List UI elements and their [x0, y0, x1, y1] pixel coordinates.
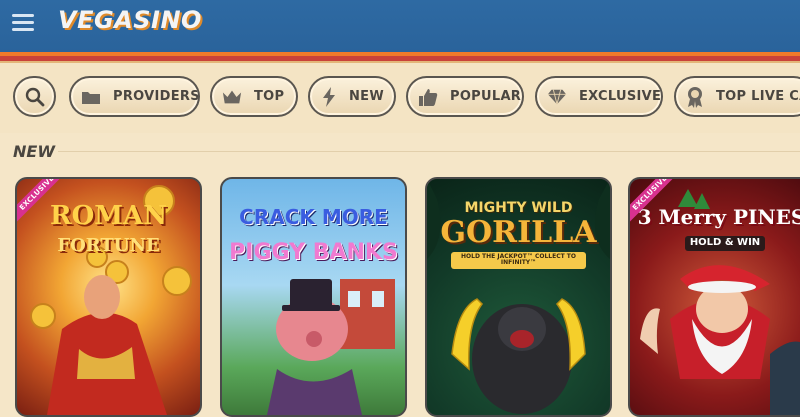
filter-providers[interactable]: PROVIDERS — [69, 76, 200, 117]
game-title-line1: ROMAN — [50, 201, 167, 231]
folder-icon — [81, 87, 101, 107]
filter-label: NEW — [349, 89, 384, 104]
diamond-icon — [547, 87, 567, 107]
crown-icon — [222, 87, 242, 107]
lightning-icon — [320, 86, 337, 107]
game-card-roman-fortune[interactable]: ROMAN FORTUNE EXCLUSIVE — [15, 177, 202, 417]
game-title-line1: 3 Merry PINES — [637, 205, 800, 229]
game-title-line1: MIGHTY WILD — [464, 200, 573, 216]
filter-top-live-casino[interactable]: TOP LIVE CA — [674, 76, 800, 117]
game-card-piggy-banks[interactable]: CRACK MORE PIGGY BANKS — [220, 177, 407, 417]
game-title-line1: CRACK MORE — [239, 205, 388, 229]
search-button[interactable] — [13, 76, 56, 117]
thumbs-up-icon — [418, 87, 438, 107]
filter-new[interactable]: NEW — [308, 76, 396, 117]
filter-label: POPULAR — [450, 89, 522, 104]
game-title-line2: PIGGY BANKS — [229, 240, 398, 265]
filter-exclusive[interactable]: EXCLUSIVE — [535, 76, 663, 117]
filter-top[interactable]: TOP — [210, 76, 298, 117]
filter-label: TOP — [254, 89, 285, 104]
top-header: VEGASINO — [0, 0, 800, 52]
game-title-line2: FORTUNE — [57, 235, 160, 256]
section-divider — [58, 151, 800, 152]
section-title-new: NEW — [13, 142, 55, 161]
hamburger-icon[interactable] — [12, 14, 34, 32]
game-card-mighty-wild-gorilla[interactable]: MIGHTY WILD GORILLA HOLD THE JACKPOT™ CO… — [425, 177, 612, 417]
game-title-line2: HOLD & WIN — [685, 236, 765, 251]
game-card-3-merry-pines[interactable]: 3 Merry PINES HOLD & WIN EXCLUSIVE — [628, 177, 800, 417]
category-filter-bar: PROVIDERS TOP NEW POPULAR EXCLUSIVE TOP … — [0, 63, 800, 133]
award-icon — [686, 86, 704, 108]
search-icon — [25, 87, 45, 107]
filter-label: EXCLUSIVE — [579, 89, 662, 104]
game-title-line2: GORILLA — [440, 215, 597, 250]
filter-popular[interactable]: POPULAR — [406, 76, 524, 117]
game-subtitle: HOLD THE JACKPOT™ COLLECT TO INFINITY™ — [451, 252, 586, 269]
filter-label: TOP LIVE CA — [716, 89, 800, 104]
site-logo[interactable]: VEGASINO — [58, 6, 202, 34]
filter-label: PROVIDERS — [113, 89, 200, 104]
